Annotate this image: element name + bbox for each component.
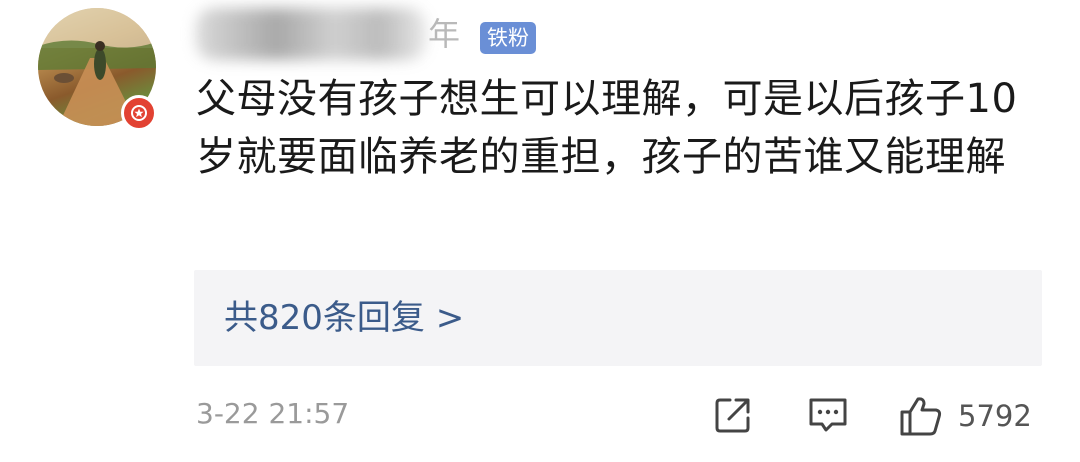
like-count: 5792 — [958, 399, 1032, 433]
username-blur-redaction — [196, 8, 426, 60]
username-visible-text: 年 — [428, 15, 461, 53]
like-button[interactable]: 5792 — [898, 394, 1032, 438]
fan-badge[interactable]: 铁粉 — [480, 22, 536, 54]
comment-timestamp: 3-22 21:57 — [196, 397, 350, 430]
share-icon — [715, 398, 750, 433]
username[interactable]: 年 — [196, 8, 468, 60]
thumbs-up-icon — [900, 397, 942, 436]
replies-box[interactable]: 共820条回复 > — [194, 270, 1042, 366]
vip-star-icon — [121, 95, 157, 131]
user-avatar-container[interactable] — [38, 8, 158, 131]
share-button[interactable] — [712, 394, 754, 436]
view-replies-link[interactable]: 共820条回复 > — [224, 296, 464, 340]
comment-icon — [809, 398, 847, 432]
comment-text: 父母没有孩子想生可以理解，可是以后孩子10岁就要面临养老的重担，孩子的苦谁又能理… — [196, 76, 1018, 180]
comment-button[interactable] — [806, 394, 850, 436]
